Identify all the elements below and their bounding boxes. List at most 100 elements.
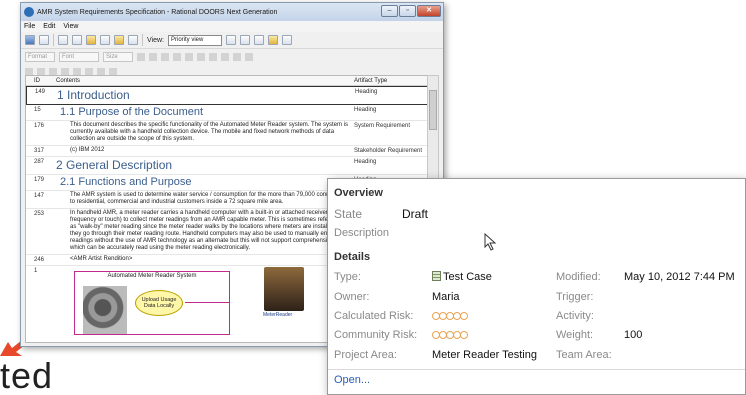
row-heading: 1.1 Purpose of the Document — [60, 106, 204, 118]
menu-file[interactable]: File — [24, 23, 35, 30]
community-risk-label: Community Risk: — [334, 329, 418, 341]
refresh-icon[interactable] — [128, 35, 138, 45]
view-label: View: — [147, 36, 164, 44]
scrollbar-thumb[interactable] — [429, 90, 437, 130]
print-icon[interactable] — [39, 35, 49, 45]
format-bar: Format Font Size — [21, 49, 443, 64]
filter-icon[interactable] — [254, 35, 264, 45]
strike-icon[interactable] — [173, 52, 181, 61]
toolbar-separator — [142, 34, 143, 46]
row-id: 253 — [34, 211, 45, 217]
edit-icon[interactable] — [114, 35, 124, 45]
type-label: Type: — [334, 271, 361, 283]
align-icon[interactable] — [197, 52, 205, 61]
format-select[interactable]: Format — [25, 51, 55, 62]
table-row[interactable]: 15 1.1 Purpose of the Document Heading — [26, 105, 428, 121]
row-heading: 2.1 Functions and Purpose — [60, 176, 192, 188]
open-link[interactable]: Open... — [334, 374, 370, 386]
size-select[interactable]: Size — [103, 51, 133, 62]
window-controls: – ▫ ✕ — [381, 5, 441, 17]
row-id: 287 — [34, 159, 45, 165]
activity-label: Activity: — [556, 310, 594, 322]
row-type: Heading — [354, 107, 377, 113]
row-id: 246 — [34, 257, 45, 263]
font-select[interactable]: Font — [59, 51, 99, 62]
app-icon — [24, 7, 34, 17]
minimize-button[interactable]: – — [381, 5, 398, 17]
test-case-icon — [432, 271, 441, 281]
comment-icon[interactable] — [282, 35, 292, 45]
color-icon[interactable] — [185, 52, 193, 61]
weight-value: 100 — [624, 329, 643, 341]
maximize-button[interactable]: ▫ — [399, 5, 416, 17]
overview-heading: Overview — [334, 187, 383, 199]
column-artifact-type[interactable]: Artifact Type — [352, 78, 428, 84]
image-icon[interactable] — [233, 52, 241, 61]
calculated-risk-rating[interactable] — [432, 312, 468, 320]
row-text: <AMR Artist Rendition> — [70, 256, 133, 262]
type-value: Test Case — [432, 271, 492, 283]
link-icon[interactable] — [100, 35, 110, 45]
project-area-value[interactable]: Meter Reader Testing — [432, 349, 537, 361]
slide-partial-text: ted — [0, 355, 54, 395]
row-id: 147 — [34, 193, 45, 199]
type-value-text: Test Case — [443, 271, 492, 283]
row-id: 149 — [35, 89, 46, 95]
column-id[interactable]: ID — [26, 78, 52, 84]
columns-icon[interactable] — [226, 35, 236, 45]
actor-label: MeterReader — [263, 312, 293, 318]
row-heading: 2 General Description — [56, 158, 173, 172]
community-risk-rating[interactable] — [432, 331, 468, 339]
risk-ring-icon — [460, 312, 468, 320]
window-title: AMR System Requirements Specification - … — [37, 8, 278, 16]
paste-icon[interactable] — [72, 35, 82, 45]
copy-icon[interactable] — [58, 35, 68, 45]
team-area-label: Team Area: — [556, 349, 612, 361]
tag-icon[interactable] — [268, 35, 278, 45]
table-row[interactable]: 287 2 General Description Heading — [26, 157, 428, 175]
row-id: 179 — [34, 177, 45, 183]
row-id: 15 — [34, 107, 41, 113]
owner-label: Owner: — [334, 291, 370, 303]
underline-icon[interactable] — [161, 52, 169, 61]
state-label: State — [334, 207, 363, 221]
row-type: Stakeholder Requirement — [354, 148, 423, 154]
row-id: 176 — [34, 123, 45, 129]
menu-view[interactable]: View — [63, 23, 78, 30]
owner-value[interactable]: Maria — [432, 291, 460, 303]
table-row[interactable]: 176 This document describes the specific… — [26, 121, 428, 146]
view-select[interactable]: Priority view — [168, 34, 222, 46]
find-icon[interactable] — [245, 52, 253, 61]
trigger-label: Trigger: — [556, 291, 594, 303]
weight-label: Weight: — [556, 329, 594, 341]
column-contents[interactable]: Contents — [52, 78, 352, 84]
table-row[interactable]: 317 (c) IBM 2012 Stakeholder Requirement — [26, 146, 428, 157]
save-icon[interactable] — [25, 35, 35, 45]
row-text: This document describes the specific fun… — [70, 122, 349, 142]
insert-icon[interactable] — [86, 35, 96, 45]
row-text: In handheld AMR, a meter reader carries … — [70, 210, 347, 251]
list-icon[interactable] — [209, 52, 217, 61]
row-id: 1 — [34, 268, 38, 274]
toolbar-separator — [53, 34, 54, 46]
calculated-risk-label: Calculated Risk: — [334, 310, 414, 322]
table-header: ID Contents Artifact Type — [26, 76, 428, 86]
state-value: Draft — [402, 207, 429, 221]
amr-diagram: Automated Meter Reader System Upload Usa… — [74, 271, 230, 335]
bold-icon[interactable] — [137, 52, 145, 61]
table-row[interactable]: 149 1 Introduction Heading — [26, 86, 428, 105]
row-text: The AMR system is used to determine wate… — [70, 192, 349, 205]
row-type: Heading — [354, 159, 377, 165]
diagram-title: Automated Meter Reader System — [107, 273, 197, 279]
menu-bar: File Edit View — [21, 21, 443, 32]
diagram-bubble: Upload Usage Data Locally — [135, 290, 183, 316]
grid-icon[interactable] — [240, 35, 250, 45]
details-heading: Details — [334, 251, 371, 263]
menu-edit[interactable]: Edit — [43, 23, 55, 30]
close-button[interactable]: ✕ — [417, 5, 441, 17]
row-type: System Requirement — [354, 123, 411, 129]
table-icon[interactable] — [221, 52, 229, 61]
row-heading: 1 Introduction — [57, 88, 130, 102]
italic-icon[interactable] — [149, 52, 157, 61]
main-toolbar: View: Priority view — [21, 32, 443, 49]
